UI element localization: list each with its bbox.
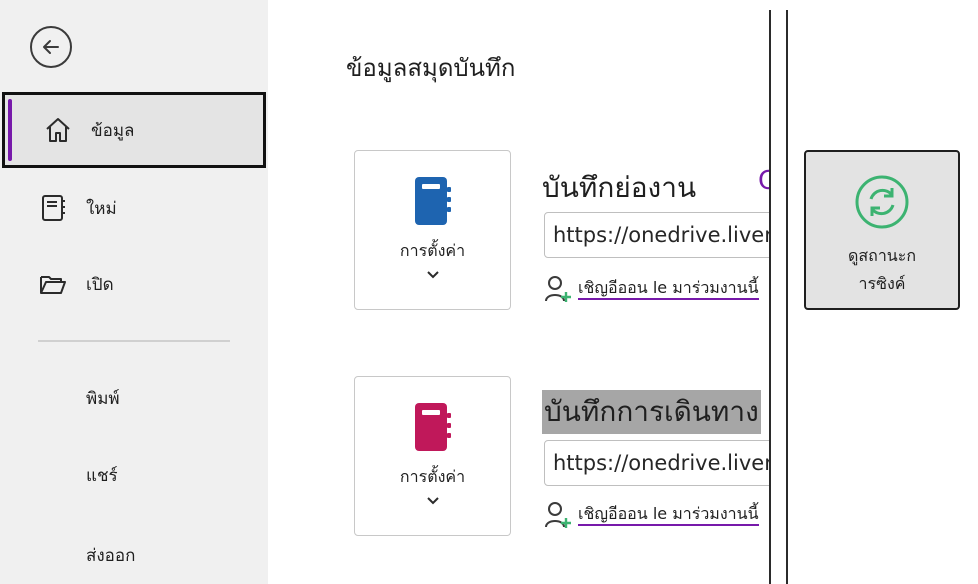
panel-gap: [771, 0, 787, 584]
notebook-url-field[interactable]: https://onedrive.liver: [544, 212, 784, 258]
chevron-down-icon: [355, 265, 510, 284]
invite-label: เชิญอีออน le มาร่วมงานนี้: [578, 504, 759, 526]
chevron-down-icon: [355, 491, 510, 510]
sync-icon: [854, 174, 910, 234]
home-icon: [43, 115, 73, 145]
sidebar-item-share[interactable]: แชร์: [86, 462, 118, 489]
sidebar: ข้อมูล ใหม่ เปิด พิมพ์ แชร์ ส่งออก: [0, 0, 268, 584]
sidebar-item-label: เปิด: [86, 274, 114, 295]
settings-label: การตั้งค่า: [399, 467, 466, 486]
sidebar-item-new[interactable]: ใหม่: [0, 170, 268, 246]
invite-label: เชิญอีออน le มาร่วมงานนี้: [578, 278, 759, 300]
sync-label-line1: ดูสถานะก: [847, 246, 917, 265]
sidebar-item-open[interactable]: เปิด: [0, 246, 268, 322]
notebook-icon: [413, 401, 453, 457]
invite-link[interactable]: เชิญอีออน le มาร่วมงานนี้: [544, 274, 759, 304]
sidebar-item-print[interactable]: พิมพ์: [86, 385, 120, 412]
notebook-url-field[interactable]: https://onedrive.liver: [544, 440, 784, 486]
notebook-settings-button[interactable]: การตั้งค่า: [354, 150, 511, 310]
sidebar-item-label: ข้อมูล: [91, 120, 135, 141]
back-button[interactable]: [30, 26, 72, 68]
sidebar-divider: [38, 340, 230, 342]
page-title: ข้อมูลสมุดบันทึก: [346, 54, 516, 82]
new-notebook-icon: [38, 193, 68, 223]
notebook-name: บันทึกย่องาน: [542, 171, 697, 204]
sidebar-item-export[interactable]: ส่งออก: [86, 542, 135, 569]
pane-divider[interactable]: [769, 10, 771, 584]
add-person-icon: [545, 276, 571, 302]
invite-link[interactable]: เชิญอีออน le มาร่วมงานนี้: [544, 500, 759, 530]
folder-open-icon: [38, 269, 68, 299]
sync-label-line2: ารซิงค์: [858, 274, 906, 293]
view-sync-status-button[interactable]: ดูสถานะก ารซิงค์: [804, 150, 960, 310]
sidebar-item-info[interactable]: ข้อมูล: [2, 92, 266, 168]
notebook-icon: [413, 175, 453, 231]
add-person-icon: [545, 502, 571, 528]
notebook-name: บันทึกการเดินทาง: [542, 390, 761, 434]
sidebar-item-label: ใหม่: [86, 198, 117, 219]
notebook-settings-button[interactable]: การตั้งค่า: [354, 376, 511, 536]
arrow-left-icon: [43, 40, 59, 54]
settings-label: การตั้งค่า: [399, 241, 466, 260]
